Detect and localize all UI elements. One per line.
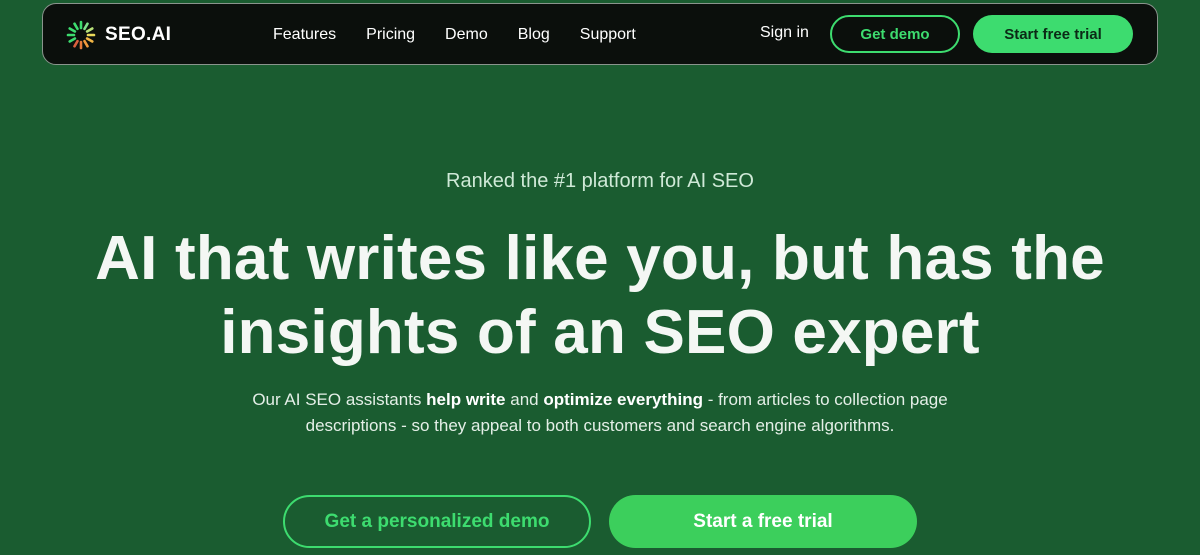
description-text-2: and bbox=[505, 390, 544, 409]
personalized-demo-button[interactable]: Get a personalized demo bbox=[283, 495, 591, 548]
nav-link-demo[interactable]: Demo bbox=[445, 26, 488, 44]
hero-description: Our AI SEO assistants help write and opt… bbox=[210, 387, 990, 439]
sunburst-logo-icon bbox=[65, 19, 97, 51]
description-bold-1: help write bbox=[426, 390, 506, 409]
nav-link-blog[interactable]: Blog bbox=[518, 26, 550, 44]
logo-text: SEO.AI bbox=[105, 24, 172, 45]
headline-line-2: insights of an SEO expert bbox=[220, 298, 980, 367]
hero-headline: AI that writes like you, but has the ins… bbox=[0, 222, 1200, 370]
top-navbar: SEO.AI Features Pricing Demo Blog Suppor… bbox=[42, 3, 1158, 65]
hero-eyebrow: Ranked the #1 platform for AI SEO bbox=[446, 170, 754, 192]
sign-in-link[interactable]: Sign in bbox=[760, 24, 809, 42]
description-text-1: Our AI SEO assistants bbox=[252, 390, 427, 409]
start-trial-button[interactable]: Start a free trial bbox=[609, 495, 917, 548]
start-free-trial-button[interactable]: Start free trial bbox=[973, 15, 1133, 53]
description-bold-2: optimize everything bbox=[543, 390, 703, 409]
nav-link-features[interactable]: Features bbox=[273, 26, 336, 44]
get-demo-button[interactable]: Get demo bbox=[830, 15, 960, 53]
nav-link-support[interactable]: Support bbox=[580, 26, 636, 44]
nav-link-pricing[interactable]: Pricing bbox=[366, 26, 415, 44]
headline-line-1: AI that writes like you, but has the bbox=[95, 224, 1105, 293]
logo[interactable]: SEO.AI bbox=[65, 19, 171, 51]
main-nav: Features Pricing Demo Blog Support bbox=[273, 4, 666, 66]
